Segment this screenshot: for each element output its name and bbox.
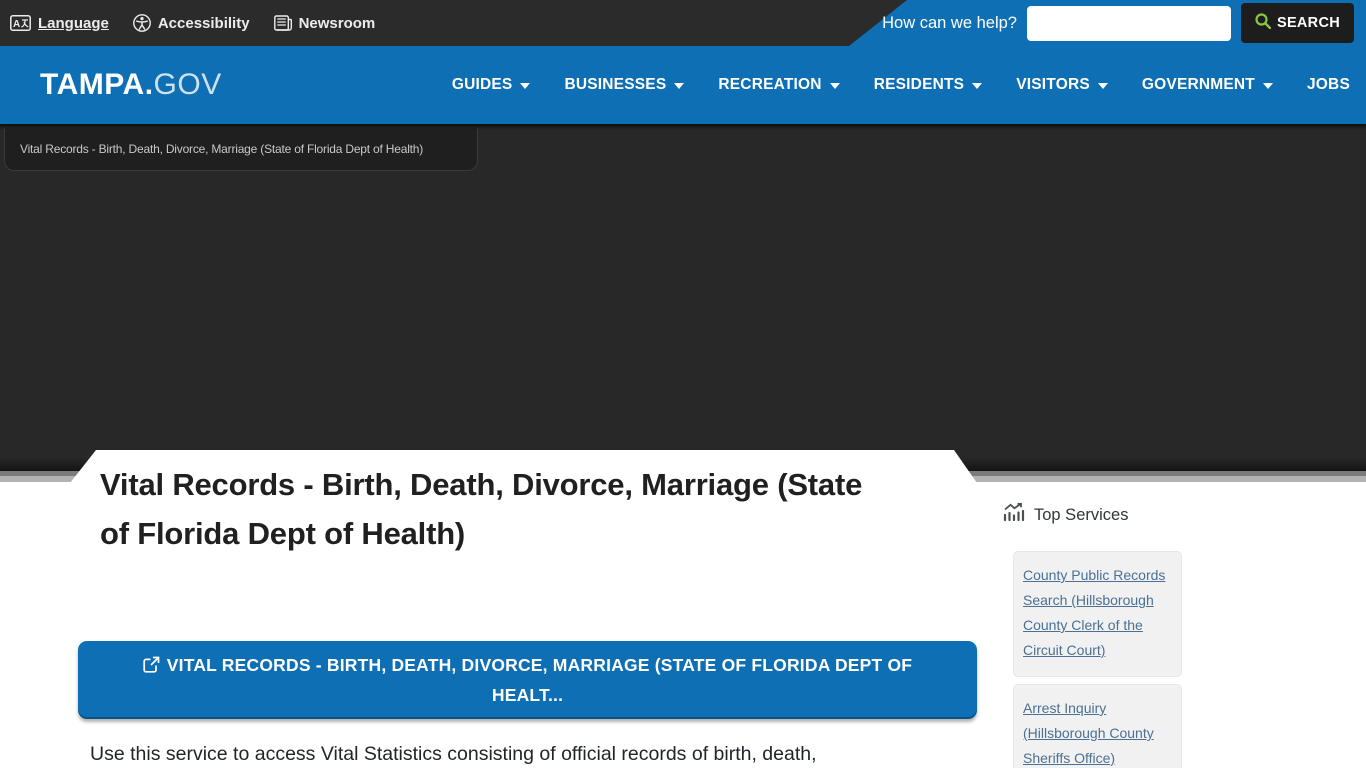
top-services-heading: Top Services: [1003, 503, 1128, 527]
top-services-label: Top Services: [1034, 506, 1128, 525]
trending-chart-icon: [1003, 503, 1025, 527]
nav-item-label: GOVERNMENT: [1142, 76, 1255, 94]
hero-banner: Vital Records - Birth, Death, Divorce, M…: [0, 124, 1366, 471]
nav-item-guides[interactable]: GUIDES: [452, 76, 531, 94]
nav-item-label: RESIDENTS: [874, 76, 965, 94]
chevron-down-icon: [520, 83, 530, 89]
chevron-down-icon: [1098, 83, 1108, 89]
tampa-gov-logo[interactable]: TAMPA. GOV: [40, 68, 222, 102]
accessibility-icon: [133, 14, 151, 32]
utility-bar: A Language Accessibility: [0, 0, 1366, 46]
nav-item-businesses[interactable]: BUSINESSES: [564, 76, 684, 94]
nav-item-label: VISITORS: [1016, 76, 1090, 94]
logo-primary: TAMPA.: [40, 68, 154, 102]
language-label: Language: [38, 15, 109, 32]
search-icon: [1255, 13, 1271, 33]
service-link-arrest-inquiry[interactable]: Arrest Inquiry (Hillsborough County Sher…: [1023, 696, 1171, 768]
external-link-icon: [143, 653, 160, 681]
chevron-down-icon: [972, 83, 982, 89]
svg-text:A: A: [13, 19, 20, 30]
translate-icon: A: [10, 15, 31, 31]
vital-records-cta-button[interactable]: VITAL RECORDS - BIRTH, DEATH, DIVORCE, M…: [78, 641, 977, 719]
page-title: Vital Records - Birth, Death, Divorce, M…: [100, 461, 895, 558]
site-search-input[interactable]: [1027, 6, 1231, 41]
nav-item-label: GUIDES: [452, 76, 513, 94]
accessibility-label: Accessibility: [158, 15, 250, 32]
nav-item-government[interactable]: GOVERNMENT: [1142, 76, 1273, 94]
nav-item-recreation[interactable]: RECREATION: [718, 76, 839, 94]
accessibility-link[interactable]: Accessibility: [133, 14, 250, 32]
chevron-down-icon: [1263, 83, 1273, 89]
utility-links: A Language Accessibility: [0, 14, 375, 32]
service-card: Arrest Inquiry (Hillsborough County Sher…: [1013, 684, 1182, 768]
nav-items: GUIDES BUSINESSES RECREATION RESIDENTS V…: [452, 76, 1366, 94]
newspaper-icon: [274, 15, 292, 31]
service-card: County Public Records Search (Hillsborou…: [1013, 551, 1182, 677]
page-context-tab: Vital Records - Birth, Death, Divorce, M…: [4, 128, 478, 171]
cta-label: VITAL RECORDS - BIRTH, DEATH, DIVORCE, M…: [167, 655, 912, 705]
nav-item-residents[interactable]: RESIDENTS: [874, 76, 983, 94]
nav-item-label: BUSINESSES: [564, 76, 666, 94]
search-button-label: SEARCH: [1277, 15, 1340, 31]
intro-paragraph: Use this service to access Vital Statist…: [90, 740, 985, 768]
nav-item-label: JOBS: [1307, 76, 1350, 94]
service-link-county-public-records[interactable]: County Public Records Search (Hillsborou…: [1023, 563, 1171, 663]
newsroom-link[interactable]: Newsroom: [274, 15, 376, 32]
nav-item-jobs[interactable]: JOBS: [1307, 76, 1350, 94]
main-nav: TAMPA. GOV GUIDES BUSINESSES RECREATION …: [0, 46, 1366, 124]
chevron-down-icon: [830, 83, 840, 89]
chevron-down-icon: [674, 83, 684, 89]
site-search: How can we help? SEARCH: [882, 3, 1366, 43]
logo-secondary: GOV: [154, 68, 222, 102]
search-button[interactable]: SEARCH: [1241, 3, 1354, 43]
page: A Language Accessibility: [0, 0, 1366, 768]
language-link[interactable]: A Language: [10, 15, 109, 32]
newsroom-label: Newsroom: [299, 15, 376, 32]
page-context-tab-label: Vital Records - Birth, Death, Divorce, M…: [20, 142, 423, 156]
nav-item-visitors[interactable]: VISITORS: [1016, 76, 1108, 94]
nav-item-label: RECREATION: [718, 76, 821, 94]
search-prompt-label: How can we help?: [882, 14, 1017, 33]
